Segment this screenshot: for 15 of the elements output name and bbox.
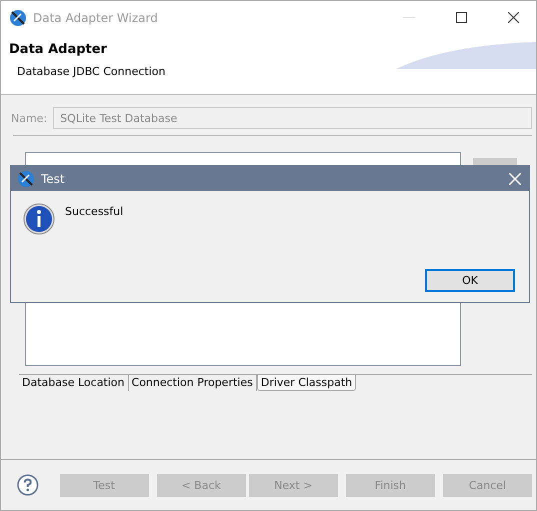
dialog-logo-icon <box>17 170 35 188</box>
dialog-title: Test <box>41 172 66 186</box>
page-subtitle: Database JDBC Connection <box>17 65 166 78</box>
maximize-icon[interactable] <box>456 12 466 23</box>
close-icon[interactable] <box>508 12 518 23</box>
help-icon[interactable] <box>17 474 39 496</box>
app-logo-icon <box>9 8 27 26</box>
page-title: Data Adapter <box>9 42 107 57</box>
name-label: Name: <box>11 112 48 124</box>
dialog-message: Successful <box>65 205 124 220</box>
tab[interactable]: Database Location <box>19 375 129 391</box>
tab[interactable]: Driver Classpath <box>256 375 356 391</box>
window-title: Data Adapter Wizard <box>33 10 159 24</box>
info-icon <box>23 203 55 235</box>
ok-button[interactable]: OK <box>425 269 515 292</box>
